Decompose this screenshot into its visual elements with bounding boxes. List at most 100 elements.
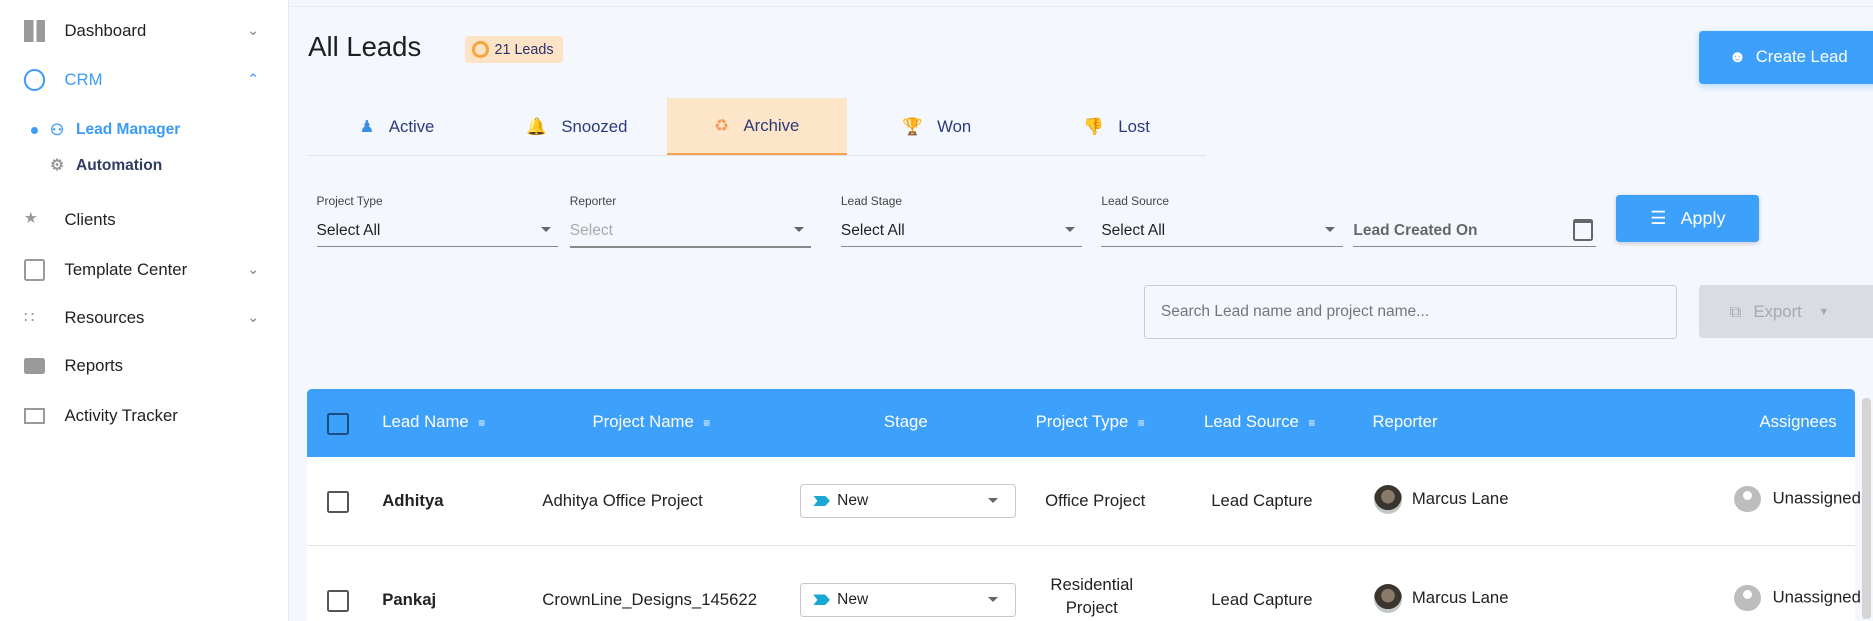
sidebar-item-activity-tracker[interactable]: Activity Tracker [23,406,263,426]
chevron-up-icon: ⌃ [247,72,260,89]
bell-snooze-icon: 🔔 [526,116,548,136]
leads-table: Lead Name ≡ Project Name ≡ Stage Project T… [306,389,1861,621]
project-type: Office Project [1045,490,1146,510]
create-lead-label: Create Lead [1755,47,1848,67]
sidebar-item-template-center[interactable]: Template Center ⌄ [23,259,263,281]
column-lead-name[interactable]: Lead Name ≡ [382,412,485,432]
caret-down-icon [1065,226,1076,233]
sidebar-item-label: Clients [64,209,116,229]
assignee-name: Unassigned [1772,488,1861,508]
clients-icon: ★ [23,210,38,228]
sort-icon[interactable]: ≡ [1138,416,1145,430]
sidebar-item-label: Automation [76,156,163,174]
sidebar-item-lead-manager[interactable]: ⚇ Lead Manager [31,121,180,140]
column-label: Lead Source [1204,412,1299,432]
lead-tabs: ♟ Active 🔔 Snoozed ♻ Archive 🏆 Won 👎 Lost [306,97,1207,157]
select-value: Select All [1101,221,1166,239]
badge-text: 21 Leads [494,41,554,58]
caret-down-icon [988,497,999,504]
activity-icon [23,407,46,425]
tab-active[interactable]: ♟ Active [307,98,487,155]
automation-icon: ⚙ [50,157,65,175]
sort-icon[interactable]: ≡ [703,416,710,430]
lead-stage-select[interactable]: Select All [840,215,1083,248]
project-type-select[interactable]: Select All [316,215,558,248]
active-dot [31,126,39,134]
assignee[interactable]: Unassigned [1734,486,1861,513]
project-name: Adhitya Office Project [542,490,703,510]
row-checkbox[interactable] [327,490,350,513]
tab-label: Won [937,116,972,136]
chevron-down-icon: ⌄ [247,309,260,326]
column-project-type[interactable]: Project Type ≡ [1036,412,1145,432]
table-row[interactable]: Pankaj CrownLine_Designs_145622 New Resi… [306,545,1861,621]
lead-source: Lead Capture [1211,490,1313,510]
sidebar-item-automation[interactable]: ⚙ Automation [50,156,162,175]
sidebar-item-label: Resources [64,307,145,327]
stage-flag-icon [813,495,830,507]
project-name: CrownLine_Designs_145622 [542,589,758,609]
lead-name[interactable]: Pankaj [382,590,436,610]
sidebar: Dashboard ⌄ CRM ⌃ ⚇ Lead Manager ⚙ Automatio… [0,0,289,621]
chevron-down-icon: ⌄ [247,23,260,40]
tab-label: Active [388,116,435,136]
crm-icon [23,69,46,91]
export-icon: ⧉ [1729,301,1742,321]
user-check-icon: ♟ [359,117,375,137]
column-label: Project Name [592,412,694,432]
reports-icon [23,357,46,375]
lead-manager-icon: ⚇ [50,121,65,139]
column-project-name[interactable]: Project Name ≡ [592,412,710,432]
assignee[interactable]: Unassigned [1734,585,1861,612]
column-label: Lead Name [382,412,469,432]
tab-archive[interactable]: ♻ Archive [666,97,847,156]
select-placeholder: Select [569,221,613,239]
sidebar-item-crm[interactable]: CRM ⌃ [23,69,263,91]
reporter: Marcus Lane [1373,484,1509,514]
reporter-name: Marcus Lane [1411,587,1509,607]
search-input[interactable] [1144,285,1678,340]
dashboard-icon [23,20,46,42]
create-lead-button[interactable]: ☻ Create Lead [1698,31,1873,84]
sidebar-item-dashboard[interactable]: Dashboard ⌄ [23,20,263,42]
date-placeholder: Lead Created On [1353,221,1478,239]
chevron-down-icon: ⌄ [247,261,260,278]
column-assignees: Assignees [1759,412,1837,432]
select-value: Select All [840,221,905,239]
sidebar-item-clients[interactable]: ★ Clients [24,209,263,231]
select-all-checkbox[interactable] [327,413,350,436]
sort-icon[interactable]: ≡ [478,416,485,430]
page-title: All Leads [308,31,422,63]
stage-select[interactable]: New [800,483,1017,518]
export-label: Export [1753,301,1802,321]
apply-button[interactable]: ☰ Apply [1616,194,1760,243]
avatar [1373,484,1403,514]
tab-lost[interactable]: 👎 Lost [1027,98,1207,155]
stage-flag-icon [813,594,830,606]
export-button[interactable]: ⧉ Export ▼ [1698,285,1873,339]
stage-select[interactable]: New [800,582,1017,617]
sort-icon[interactable]: ≡ [1308,416,1315,430]
table-row[interactable]: Adhitya Adhitya Office Project New Offic… [306,457,1861,546]
calendar-icon[interactable] [1572,218,1594,242]
sidebar-item-resources[interactable]: ∷ Resources ⌄ [24,307,263,329]
lead-name[interactable]: Adhitya [382,491,443,511]
vertical-scrollbar[interactable] [1862,397,1871,619]
select-value: Select All [316,221,381,239]
tab-snoozed[interactable]: 🔔 Snoozed [487,98,667,155]
caret-down-icon [540,226,551,233]
sidebar-item-label: Activity Tracker [64,406,178,426]
reporter: Marcus Lane [1373,583,1509,613]
lead-created-on-date[interactable]: Lead Created On [1353,215,1596,248]
tab-won[interactable]: 🏆 Won [847,98,1027,155]
row-checkbox[interactable] [327,589,350,612]
sidebar-item-reports[interactable]: Reports [23,356,263,376]
reporter-name: Marcus Lane [1411,488,1509,508]
trophy-icon: 🏆 [901,116,923,136]
caret-down-icon [1325,226,1336,233]
reporter-select[interactable]: Select [569,215,812,249]
project-type: Residential Project [1050,575,1134,618]
column-lead-source[interactable]: Lead Source ≡ [1204,412,1315,432]
lead-source-select[interactable]: Select All [1101,215,1343,248]
thumbs-down-icon: 👎 [1083,116,1104,136]
